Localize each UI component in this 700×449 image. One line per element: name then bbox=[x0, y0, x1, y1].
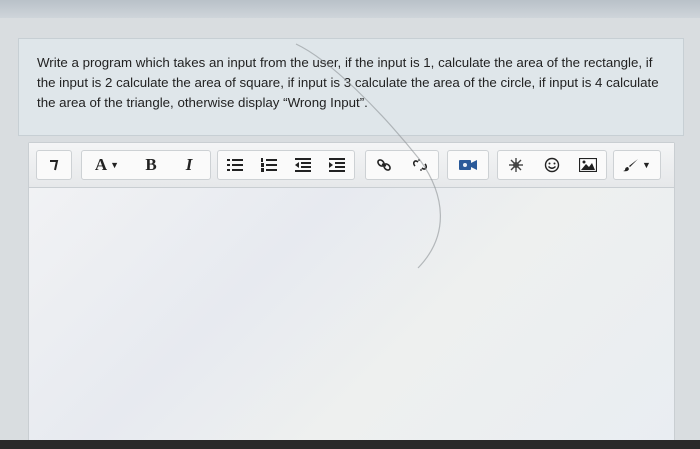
italic-icon: I bbox=[185, 155, 193, 174]
link-button[interactable] bbox=[366, 151, 402, 179]
photo-bottom-edge bbox=[0, 440, 700, 449]
image-button[interactable] bbox=[570, 151, 606, 179]
special-char-icon bbox=[508, 157, 524, 173]
emoji-button[interactable] bbox=[534, 151, 570, 179]
media-icon bbox=[459, 158, 477, 172]
chevron-down-icon: ▼ bbox=[110, 160, 120, 170]
bold-button[interactable]: B bbox=[132, 151, 170, 179]
photo-top-edge bbox=[0, 0, 700, 18]
font-size-icon: A bbox=[94, 155, 108, 174]
brush-button[interactable]: ▼ bbox=[614, 151, 660, 179]
bullet-list-icon bbox=[227, 158, 243, 172]
bullet-list-button[interactable] bbox=[218, 151, 252, 179]
toolbar-group-paragraph bbox=[36, 150, 72, 180]
font-size-button[interactable]: A ▼ bbox=[82, 151, 132, 179]
bold-icon: B bbox=[145, 155, 157, 174]
rich-text-editor: A ▼ B I ▼ bbox=[28, 142, 675, 442]
numbered-list-button[interactable] bbox=[252, 151, 286, 179]
paragraph-icon bbox=[48, 158, 60, 172]
question-panel: Write a program which takes an input fro… bbox=[18, 38, 684, 136]
toolbar-group-links bbox=[365, 150, 439, 180]
question-text: Write a program which takes an input fro… bbox=[37, 55, 659, 110]
toolbar-group-lists bbox=[217, 150, 355, 180]
editor-toolbar: A ▼ B I ▼ bbox=[29, 143, 674, 188]
toolbar-group-style: ▼ bbox=[613, 150, 661, 180]
indent-button[interactable] bbox=[320, 151, 354, 179]
media-button[interactable] bbox=[448, 151, 488, 179]
link-icon bbox=[376, 158, 392, 172]
editor-content-area[interactable] bbox=[29, 188, 674, 441]
unlink-button[interactable] bbox=[402, 151, 438, 179]
outdent-button[interactable] bbox=[286, 151, 320, 179]
toolbar-group-insert bbox=[497, 150, 607, 180]
brush-icon bbox=[623, 158, 639, 172]
chevron-down-icon: ▼ bbox=[642, 160, 651, 170]
outdent-icon bbox=[295, 158, 311, 172]
italic-button[interactable]: I bbox=[170, 151, 208, 179]
image-icon bbox=[579, 158, 597, 172]
special-char-button[interactable] bbox=[498, 151, 534, 179]
paragraph-button[interactable] bbox=[37, 151, 71, 179]
unlink-icon bbox=[412, 158, 428, 172]
indent-icon bbox=[329, 158, 345, 172]
toolbar-group-format: A ▼ B I bbox=[81, 150, 211, 180]
emoji-icon bbox=[544, 157, 560, 173]
toolbar-group-media bbox=[447, 150, 489, 180]
numbered-list-icon bbox=[261, 158, 277, 172]
